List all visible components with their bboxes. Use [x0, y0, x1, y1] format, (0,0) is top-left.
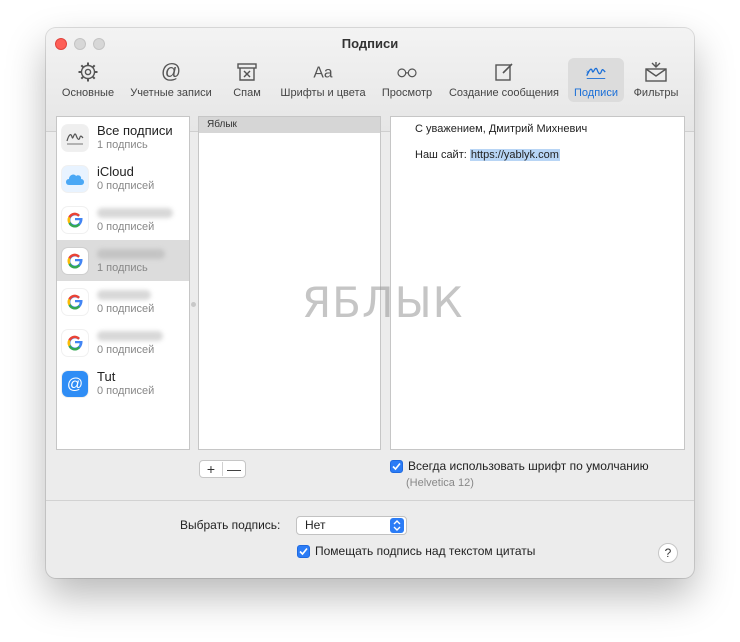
tab-rules[interactable]: Фильтры	[630, 58, 682, 102]
add-signature-button[interactable]: +	[200, 461, 222, 477]
tab-viewing[interactable]: Просмотр	[378, 58, 436, 102]
account-count: 0 подписей	[97, 220, 155, 233]
at-mail-icon: @	[62, 370, 88, 397]
watermark: ЯБЛЫК	[302, 278, 464, 327]
account-count: 0 подписей	[97, 384, 155, 397]
help-button[interactable]: ?	[658, 543, 678, 563]
accounts-list: Все подписи 1 подпись iCloud 0 подписей …	[56, 116, 190, 450]
tab-label: Создание сообщения	[448, 87, 560, 99]
account-count: 0 подписей	[97, 179, 155, 192]
google-icon	[62, 288, 88, 315]
font-name: (Helvetica 12)	[406, 477, 474, 489]
account-count: 0 подписей	[97, 343, 155, 356]
tab-accounts[interactable]: @ Учетные записи	[126, 58, 216, 102]
chevron-updown-icon	[390, 518, 404, 533]
splitter-handle[interactable]	[191, 302, 196, 307]
svg-text:×: ×	[586, 69, 590, 76]
glasses-icon	[395, 60, 419, 84]
account-item-all[interactable]: Все подписи 1 подпись	[57, 117, 189, 158]
signature-text: Наш сайт:	[415, 149, 470, 161]
account-name: Tut	[97, 368, 116, 384]
signature-line: Наш сайт: https://yablyk.com	[415, 149, 560, 161]
account-name-blurred	[97, 288, 154, 302]
account-name: Все подписи	[97, 122, 173, 138]
svg-text:@: @	[161, 61, 181, 83]
account-name-blurred	[97, 206, 173, 220]
signature-icon: ×	[584, 60, 608, 84]
account-item-google[interactable]: 0 подписей	[57, 281, 189, 322]
tab-junk[interactable]: Спам	[226, 58, 268, 102]
account-count: 0 подписей	[97, 302, 155, 315]
place-above-label: Помещать подпись над текстом цитаты	[315, 544, 536, 558]
tab-fonts-colors[interactable]: Aa Шрифты и цвета	[278, 58, 368, 102]
tab-label: Учетные записи	[130, 87, 212, 99]
account-count: 1 подпись	[97, 261, 148, 274]
svg-text:@: @	[67, 376, 83, 393]
account-item-google[interactable]: 1 подпись	[57, 240, 189, 281]
default-font-label: Всегда использовать шрифт по умолчанию	[408, 459, 649, 473]
account-item-tut[interactable]: @ Tut 0 подписей	[57, 363, 189, 404]
tab-signatures[interactable]: × Подписи	[568, 58, 624, 102]
account-name: iCloud	[97, 163, 134, 179]
signature-link[interactable]: https://yablyk.com	[469, 149, 560, 161]
choose-signature-select[interactable]: Нет	[296, 516, 407, 535]
window-title: Подписи	[341, 36, 399, 51]
account-name-blurred	[97, 247, 165, 261]
select-value: Нет	[305, 518, 326, 532]
add-remove-buttons: + —	[199, 460, 246, 478]
compose-icon	[492, 60, 516, 84]
place-above-option[interactable]: Помещать подпись над текстом цитаты	[297, 544, 535, 558]
filters-icon	[644, 60, 668, 84]
fonts-icon: Aa	[311, 60, 335, 84]
tab-label: Фильтры	[633, 87, 679, 99]
tab-label: Шрифты и цвета	[280, 87, 366, 99]
account-item-google[interactable]: 0 подписей	[57, 322, 189, 363]
google-icon	[62, 247, 88, 274]
default-font-checkbox[interactable]	[390, 459, 403, 473]
tab-label: Спам	[233, 87, 261, 99]
section-divider	[46, 500, 694, 501]
account-name-blurred	[97, 329, 163, 343]
icloud-icon	[62, 165, 88, 192]
account-item-google[interactable]: 0 подписей	[57, 199, 189, 240]
tab-label: Подписи	[574, 87, 618, 99]
tab-label: Просмотр	[381, 87, 433, 99]
signature-icon	[62, 124, 88, 151]
remove-signature-button[interactable]: —	[223, 461, 245, 477]
at-icon: @	[159, 60, 183, 84]
tab-label: Основные	[61, 87, 115, 99]
default-font-option[interactable]: Всегда использовать шрифт по умолчанию	[390, 459, 649, 473]
choose-signature-label: Выбрать подпись:	[180, 518, 281, 532]
svg-text:Aa: Aa	[313, 65, 332, 82]
signature-item[interactable]: Яблык	[199, 117, 380, 133]
account-count: 1 подпись	[97, 138, 148, 151]
google-icon	[62, 206, 88, 233]
place-above-checkbox[interactable]	[297, 544, 310, 558]
google-icon	[62, 329, 88, 356]
tab-general[interactable]: Основные	[60, 58, 116, 102]
junk-icon	[235, 60, 259, 84]
tab-composing[interactable]: Создание сообщения	[444, 58, 564, 102]
signature-line: С уважением, Дмитрий Михневич	[415, 123, 588, 135]
gear-icon	[76, 60, 100, 84]
account-item-icloud[interactable]: iCloud 0 подписей	[57, 158, 189, 199]
